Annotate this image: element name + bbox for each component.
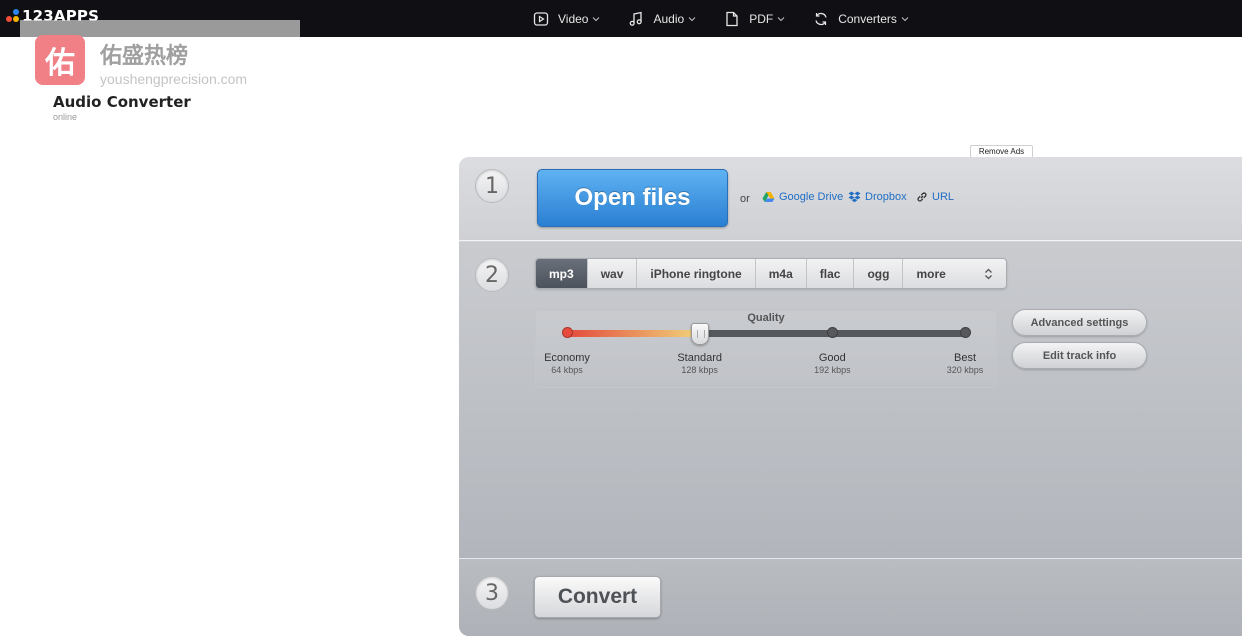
updown-arrows-icon	[985, 268, 993, 279]
video-icon	[533, 11, 549, 26]
more-formats-label: more	[916, 266, 946, 281]
quality-level-rate: 192 kbps	[814, 365, 851, 375]
nav-audio[interactable]: Audio	[628, 11, 696, 27]
refresh-icon	[815, 12, 827, 25]
tab-wav[interactable]: wav	[588, 259, 638, 288]
quality-level-name: Standard	[677, 352, 722, 364]
quality-tick-best[interactable]	[959, 327, 971, 338]
quality-level-name: Economy	[544, 352, 590, 364]
chevron-down-icon	[593, 16, 600, 21]
quality-label: Quality	[747, 312, 785, 324]
step-2-number: 2	[475, 258, 509, 292]
main-nav: Video Audio PDF Converters	[533, 0, 937, 37]
watermark-badge: 佑	[35, 35, 85, 85]
link-icon	[917, 192, 927, 202]
open-files-button[interactable]: Open files	[537, 169, 728, 227]
tab-mp3[interactable]: mp3	[536, 259, 588, 288]
google-drive-label: Google Drive	[779, 191, 844, 203]
quality-slider-thumb[interactable]	[690, 323, 709, 345]
tab-ogg[interactable]: ogg	[854, 259, 904, 288]
step-1-number: 1	[475, 169, 509, 203]
nav-converters-label: Converters	[838, 11, 897, 26]
watermark: 佑 佑盛热榜 youshengprecision.com	[20, 20, 300, 92]
step-3-number: 3	[475, 576, 509, 610]
chevron-down-icon	[777, 16, 785, 21]
watermark-title: 佑盛热榜	[100, 44, 189, 69]
more-formats-dropdown[interactable]: more	[903, 259, 1006, 288]
nav-audio-label: Audio	[653, 11, 685, 26]
converter-panel: 1 Open files or Google Drive Dropbox URL…	[459, 157, 1242, 636]
quality-level-rate: 128 kbps	[681, 365, 718, 375]
quality-level-name: Best	[953, 352, 976, 364]
advanced-settings-button[interactable]: Advanced settings	[1012, 309, 1147, 336]
dropbox-link[interactable]: Dropbox	[848, 191, 907, 203]
nav-converters[interactable]: Converters	[813, 11, 909, 27]
tab-m4a[interactable]: m4a	[756, 259, 807, 288]
document-icon	[726, 11, 738, 26]
quality-tick-economy[interactable]	[561, 327, 573, 338]
step-3-section: 3 Convert	[459, 560, 1242, 636]
quality-slider-box: Quality Economy 64 kbps Standard 128 kbp…	[535, 310, 997, 388]
chevron-down-icon	[688, 16, 696, 21]
quality-level-rate: 320 kbps	[946, 365, 984, 375]
edit-track-info-button[interactable]: Edit track info	[1012, 342, 1147, 369]
or-label: or	[740, 193, 750, 205]
nav-video-label: Video	[558, 11, 589, 26]
url-link[interactable]: URL	[916, 191, 954, 203]
chevron-down-icon	[901, 16, 909, 21]
page-title: Audio Converter	[53, 93, 191, 111]
dropbox-icon	[848, 191, 861, 203]
quality-slider-track[interactable]	[567, 330, 965, 337]
google-drive-link[interactable]: Google Drive	[762, 191, 843, 203]
nav-pdf-label: PDF	[749, 11, 774, 26]
tab-iphone-ringtone[interactable]: iPhone ringtone	[637, 259, 756, 288]
quality-tick-good[interactable]	[826, 327, 838, 338]
step-2-section: 2 mp3 wav iPhone ringtone m4a flac ogg m…	[459, 242, 1242, 559]
quality-level-rate: 64 kbps	[551, 365, 583, 375]
url-label: URL	[932, 191, 955, 203]
watermark-subtitle: youshengprecision.com	[100, 71, 248, 87]
google-drive-icon	[762, 192, 775, 202]
music-note-icon	[630, 11, 643, 26]
quality-slider-fill	[567, 330, 700, 337]
tab-flac[interactable]: flac	[807, 259, 855, 288]
format-tabs: mp3 wav iPhone ringtone m4a flac ogg mor…	[535, 258, 1008, 289]
logo-dots-icon	[4, 8, 20, 24]
nav-video[interactable]: Video	[533, 11, 600, 27]
dropbox-label: Dropbox	[865, 191, 907, 203]
nav-pdf[interactable]: PDF	[724, 11, 785, 27]
page-subtitle: online	[53, 112, 78, 122]
step-1-section: 1 Open files or Google Drive Dropbox URL	[459, 157, 1242, 241]
convert-button[interactable]: Convert	[534, 576, 661, 618]
quality-level-name: Good	[818, 352, 846, 364]
